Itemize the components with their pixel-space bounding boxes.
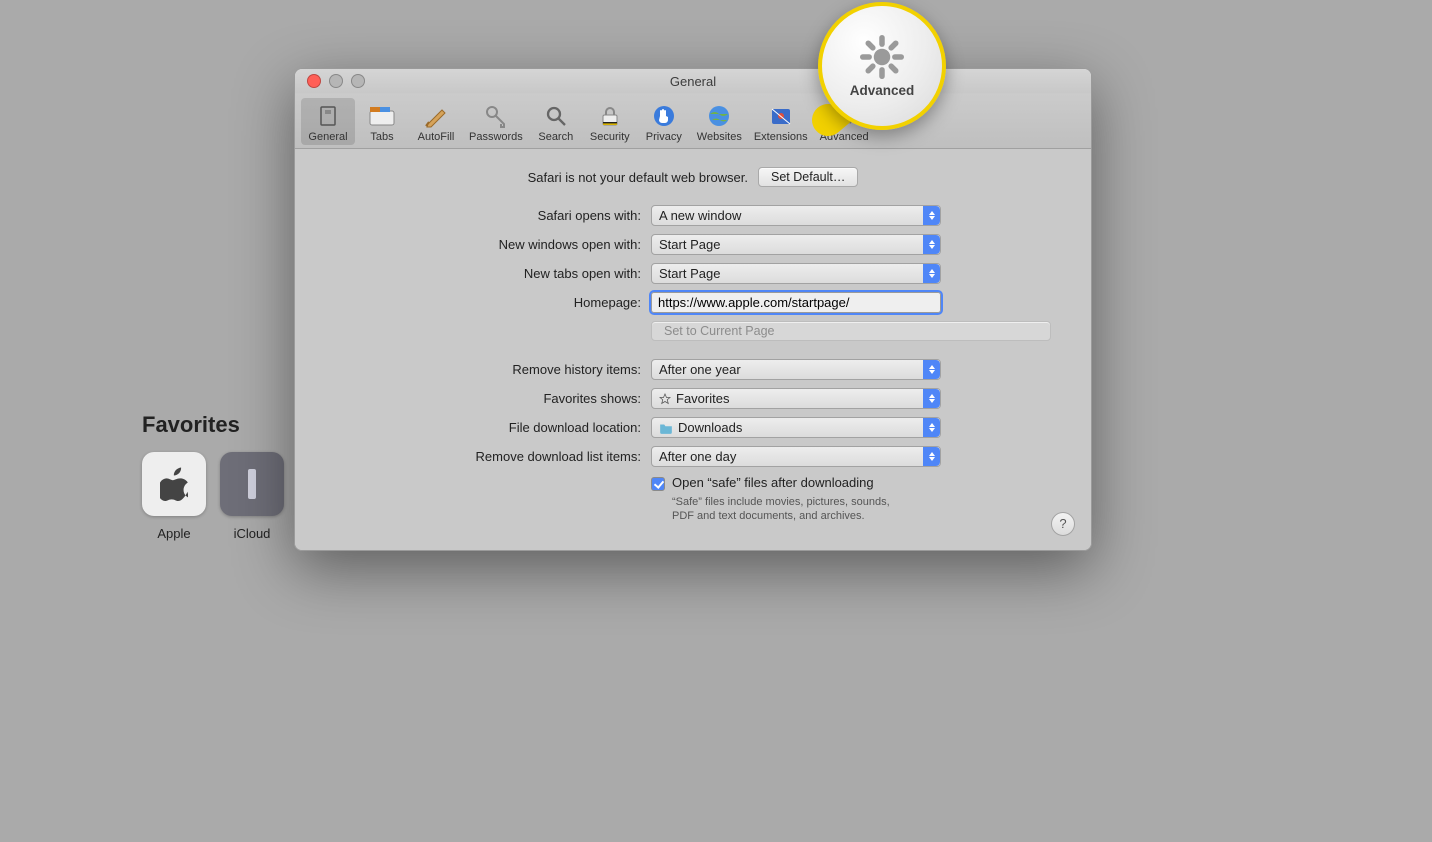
titlebar[interactable]: General (295, 69, 1091, 94)
popup-remove-downloads[interactable]: After one day (651, 446, 941, 467)
set-default-button[interactable]: Set Default… (758, 167, 858, 187)
search-icon (542, 102, 570, 130)
label-safari-opens: Safari opens with: (335, 208, 651, 223)
toolbar-advanced[interactable]: Advanced (814, 98, 875, 145)
toolbar-search[interactable]: Search (529, 98, 583, 145)
toolbar-autofill[interactable]: AutoFill (409, 98, 463, 145)
lock-icon (596, 102, 624, 130)
preferences-toolbar: General Tabs AutoFill Passwords Search (295, 94, 1091, 149)
extensions-icon (767, 102, 795, 130)
favorite-apple[interactable]: Apple (142, 452, 206, 541)
help-button[interactable]: ? (1051, 512, 1075, 536)
icloud-tile-icon (220, 452, 284, 516)
privacy-hand-icon (650, 102, 678, 130)
open-safe-note: “Safe” files include movies, pictures, s… (672, 495, 902, 524)
autofill-icon (422, 102, 450, 130)
label-new-tabs: New tabs open with: (335, 266, 651, 281)
label-remove-history: Remove history items: (335, 362, 651, 377)
chevron-updown-icon (923, 206, 940, 225)
default-browser-row: Safari is not your default web browser. … (335, 167, 1051, 187)
favorite-label: Apple (157, 526, 190, 541)
homepage-field[interactable] (651, 292, 941, 313)
open-safe-checkbox[interactable] (651, 477, 665, 491)
toolbar-passwords[interactable]: Passwords (463, 98, 529, 145)
chevron-updown-icon (923, 447, 940, 466)
set-current-page-button[interactable]: Set to Current Page (651, 321, 1051, 341)
chevron-updown-icon (923, 264, 940, 283)
toolbar-security[interactable]: Security (583, 98, 637, 145)
toolbar-websites[interactable]: Websites (691, 98, 748, 145)
favorites-row: Apple iCloud (142, 452, 284, 541)
popup-favorites-shows[interactable]: Favorites (651, 388, 941, 409)
popup-download-location[interactable]: Downloads (651, 417, 941, 438)
tabs-icon (368, 102, 396, 130)
label-new-windows: New windows open with: (335, 237, 651, 252)
preferences-content: Safari is not your default web browser. … (295, 149, 1091, 550)
key-icon (482, 102, 510, 130)
folder-icon (659, 422, 673, 434)
label-homepage: Homepage: (335, 295, 651, 310)
chevron-updown-icon (923, 360, 940, 379)
gear-icon (830, 102, 858, 130)
toolbar-extensions[interactable]: Extensions (748, 98, 814, 145)
safari-start-page-favorites: Favorites Apple iCloud (142, 412, 284, 541)
default-browser-notice: Safari is not your default web browser. (528, 170, 748, 185)
popup-new-tabs[interactable]: Start Page (651, 263, 941, 284)
toolbar-privacy[interactable]: Privacy (637, 98, 691, 145)
globe-icon (705, 102, 733, 130)
general-icon (314, 102, 342, 130)
chevron-updown-icon (923, 418, 940, 437)
label-download-location: File download location: (335, 420, 651, 435)
favorites-heading: Favorites (142, 412, 284, 438)
chevron-updown-icon (923, 389, 940, 408)
apple-logo-icon (142, 452, 206, 516)
toolbar-tabs[interactable]: Tabs (355, 98, 409, 145)
chevron-updown-icon (923, 235, 940, 254)
safari-preferences-window: General General Tabs AutoFill Passwords (294, 68, 1092, 551)
favorite-label: iCloud (234, 526, 271, 541)
toolbar-general[interactable]: General (301, 98, 355, 145)
label-remove-downloads: Remove download list items: (335, 449, 651, 464)
favorite-icloud[interactable]: iCloud (220, 452, 284, 541)
popup-remove-history[interactable]: After one year (651, 359, 941, 380)
popup-safari-opens[interactable]: A new window (651, 205, 941, 226)
popup-new-windows[interactable]: Start Page (651, 234, 941, 255)
window-title: General (295, 74, 1091, 89)
star-icon (659, 393, 671, 405)
label-favorites-shows: Favorites shows: (335, 391, 651, 406)
open-safe-label: Open “safe” files after downloading (672, 475, 874, 490)
